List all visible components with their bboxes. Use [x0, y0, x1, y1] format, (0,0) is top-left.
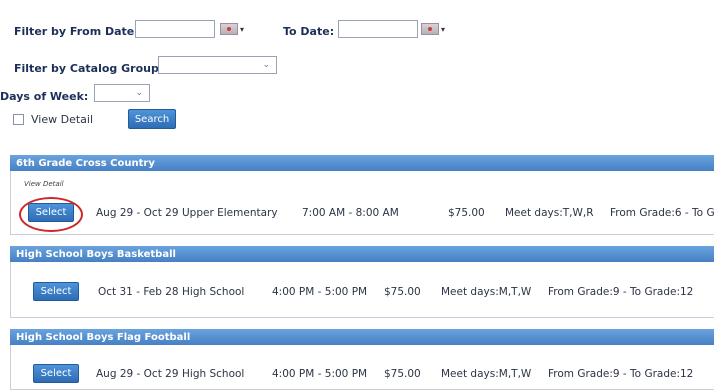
course-meet-days: Meet days:M,T,W [441, 286, 532, 298]
from-date-label: Filter by From Date: [14, 25, 139, 38]
section-panel [10, 171, 714, 235]
course-grades: From Grade:9 - To Grade:12 [548, 368, 694, 380]
section-header: High School Boys Flag Football [10, 329, 714, 345]
course-dates: Oct 31 - Feb 28 [98, 286, 179, 298]
chevron-down-icon: ⌄ [135, 88, 143, 98]
course-time: 4:00 PM - 5:00 PM [272, 286, 368, 298]
to-date-calendar-button[interactable]: ▾ [420, 21, 446, 37]
dropdown-arrow-icon: ▾ [440, 24, 445, 34]
course-meet-days: Meet days:T,W,R [505, 207, 594, 219]
section-header: 6th Grade Cross Country [10, 155, 714, 171]
course-price: $75.00 [384, 286, 421, 298]
catalog-group-label: Filter by Catalog Group: [14, 62, 164, 75]
calendar-icon [219, 23, 238, 35]
course-time: 7:00 AM - 8:00 AM [302, 207, 399, 219]
course-price: $75.00 [448, 207, 485, 219]
from-date-input[interactable] [135, 20, 215, 38]
view-detail-label: View Detail [31, 113, 94, 126]
days-of-week-select[interactable]: ⌄ [94, 84, 150, 102]
course-time: 4:00 PM - 5:00 PM [272, 368, 368, 380]
search-button[interactable]: Search [128, 109, 176, 129]
course-location: Upper Elementary [182, 207, 278, 219]
catalog-group-select[interactable]: ⌄ [158, 56, 277, 74]
view-detail-checkbox[interactable] [13, 114, 24, 125]
select-button[interactable]: Select [33, 364, 79, 383]
dropdown-arrow-icon: ▾ [239, 24, 244, 34]
select-button[interactable]: Select [33, 282, 79, 301]
course-dates: Aug 29 - Oct 29 [96, 368, 179, 380]
course-location: High School [182, 286, 245, 298]
course-meet-days: Meet days:M,T,W [441, 368, 532, 380]
section-header: High School Boys Basketball [10, 246, 714, 262]
days-of-week-label: Days of Week: [0, 90, 89, 103]
course-grades: From Grade:9 - To Grade:12 [548, 286, 694, 298]
highlight-circle [19, 197, 83, 232]
to-date-label: To Date: [283, 25, 335, 38]
course-dates: Aug 29 - Oct 29 [96, 207, 179, 219]
course-location: High School [182, 368, 245, 380]
course-price: $75.00 [384, 368, 421, 380]
calendar-icon [420, 23, 439, 35]
view-detail-link[interactable]: View Detail [24, 180, 64, 188]
from-date-calendar-button[interactable]: ▾ [219, 21, 245, 37]
course-grades: From Grade:6 - To Grad [610, 207, 714, 219]
chevron-down-icon: ⌄ [262, 60, 270, 70]
to-date-input[interactable] [338, 20, 418, 38]
